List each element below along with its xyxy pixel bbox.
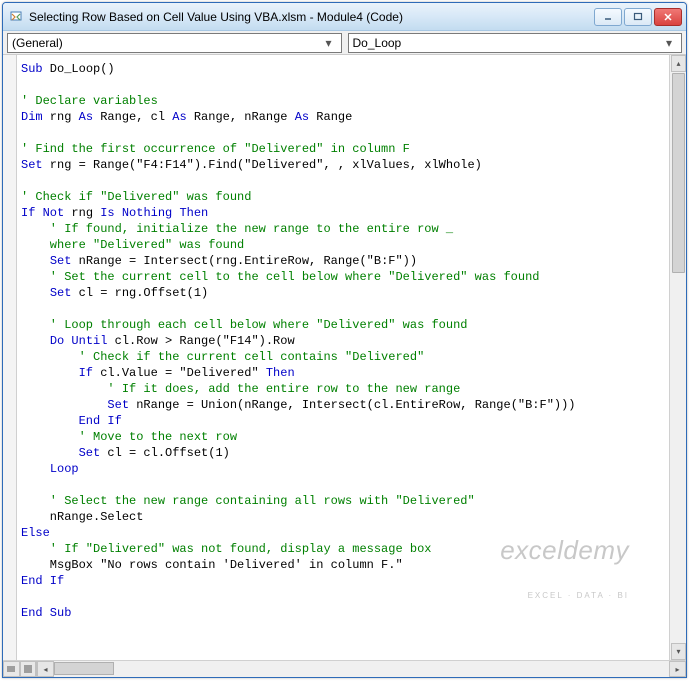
watermark-sub: EXCEL · DATA · BI	[500, 588, 629, 604]
chevron-down-icon: ▾	[661, 36, 677, 50]
procedure-view-button[interactable]	[3, 661, 20, 677]
procedure-dropdown[interactable]: Do_Loop ▾	[348, 33, 683, 53]
scroll-left-icon[interactable]: ◂	[37, 661, 54, 677]
code-area: Sub Do_Loop() ' Declare variables Dim rn…	[3, 55, 686, 660]
minimize-button[interactable]	[594, 8, 622, 26]
vba-code-window: Selecting Row Based on Cell Value Using …	[2, 2, 687, 678]
chevron-down-icon: ▾	[321, 36, 337, 50]
procedure-dropdown-text: Do_Loop	[353, 36, 662, 50]
hscroll-track[interactable]	[54, 661, 669, 677]
object-dropdown-text: (General)	[12, 36, 321, 50]
maximize-button[interactable]	[624, 8, 652, 26]
code-editor[interactable]: Sub Do_Loop() ' Declare variables Dim rn…	[17, 55, 669, 660]
window-title: Selecting Row Based on Cell Value Using …	[29, 10, 594, 24]
app-icon	[9, 9, 25, 25]
scroll-right-icon[interactable]: ▸	[669, 661, 686, 677]
close-button[interactable]	[654, 8, 682, 26]
dropdown-bar: (General) ▾ Do_Loop ▾	[3, 31, 686, 55]
margin-gutter[interactable]	[3, 55, 17, 660]
watermark-main: exceldemy	[500, 542, 629, 558]
scroll-down-icon[interactable]: ▾	[671, 643, 686, 660]
horizontal-scrollbar[interactable]: ◂ ▸	[3, 660, 686, 677]
vertical-scrollbar[interactable]: ▴ ▾	[669, 55, 686, 660]
scroll-thumb[interactable]	[672, 73, 685, 273]
watermark: exceldemy EXCEL · DATA · BI	[500, 510, 629, 620]
window-controls	[594, 8, 682, 26]
view-mode-buttons	[3, 661, 37, 677]
full-module-view-button[interactable]	[20, 661, 37, 677]
hscroll-thumb[interactable]	[54, 662, 114, 675]
object-dropdown[interactable]: (General) ▾	[7, 33, 342, 53]
scroll-up-icon[interactable]: ▴	[671, 55, 686, 72]
titlebar[interactable]: Selecting Row Based on Cell Value Using …	[3, 3, 686, 31]
